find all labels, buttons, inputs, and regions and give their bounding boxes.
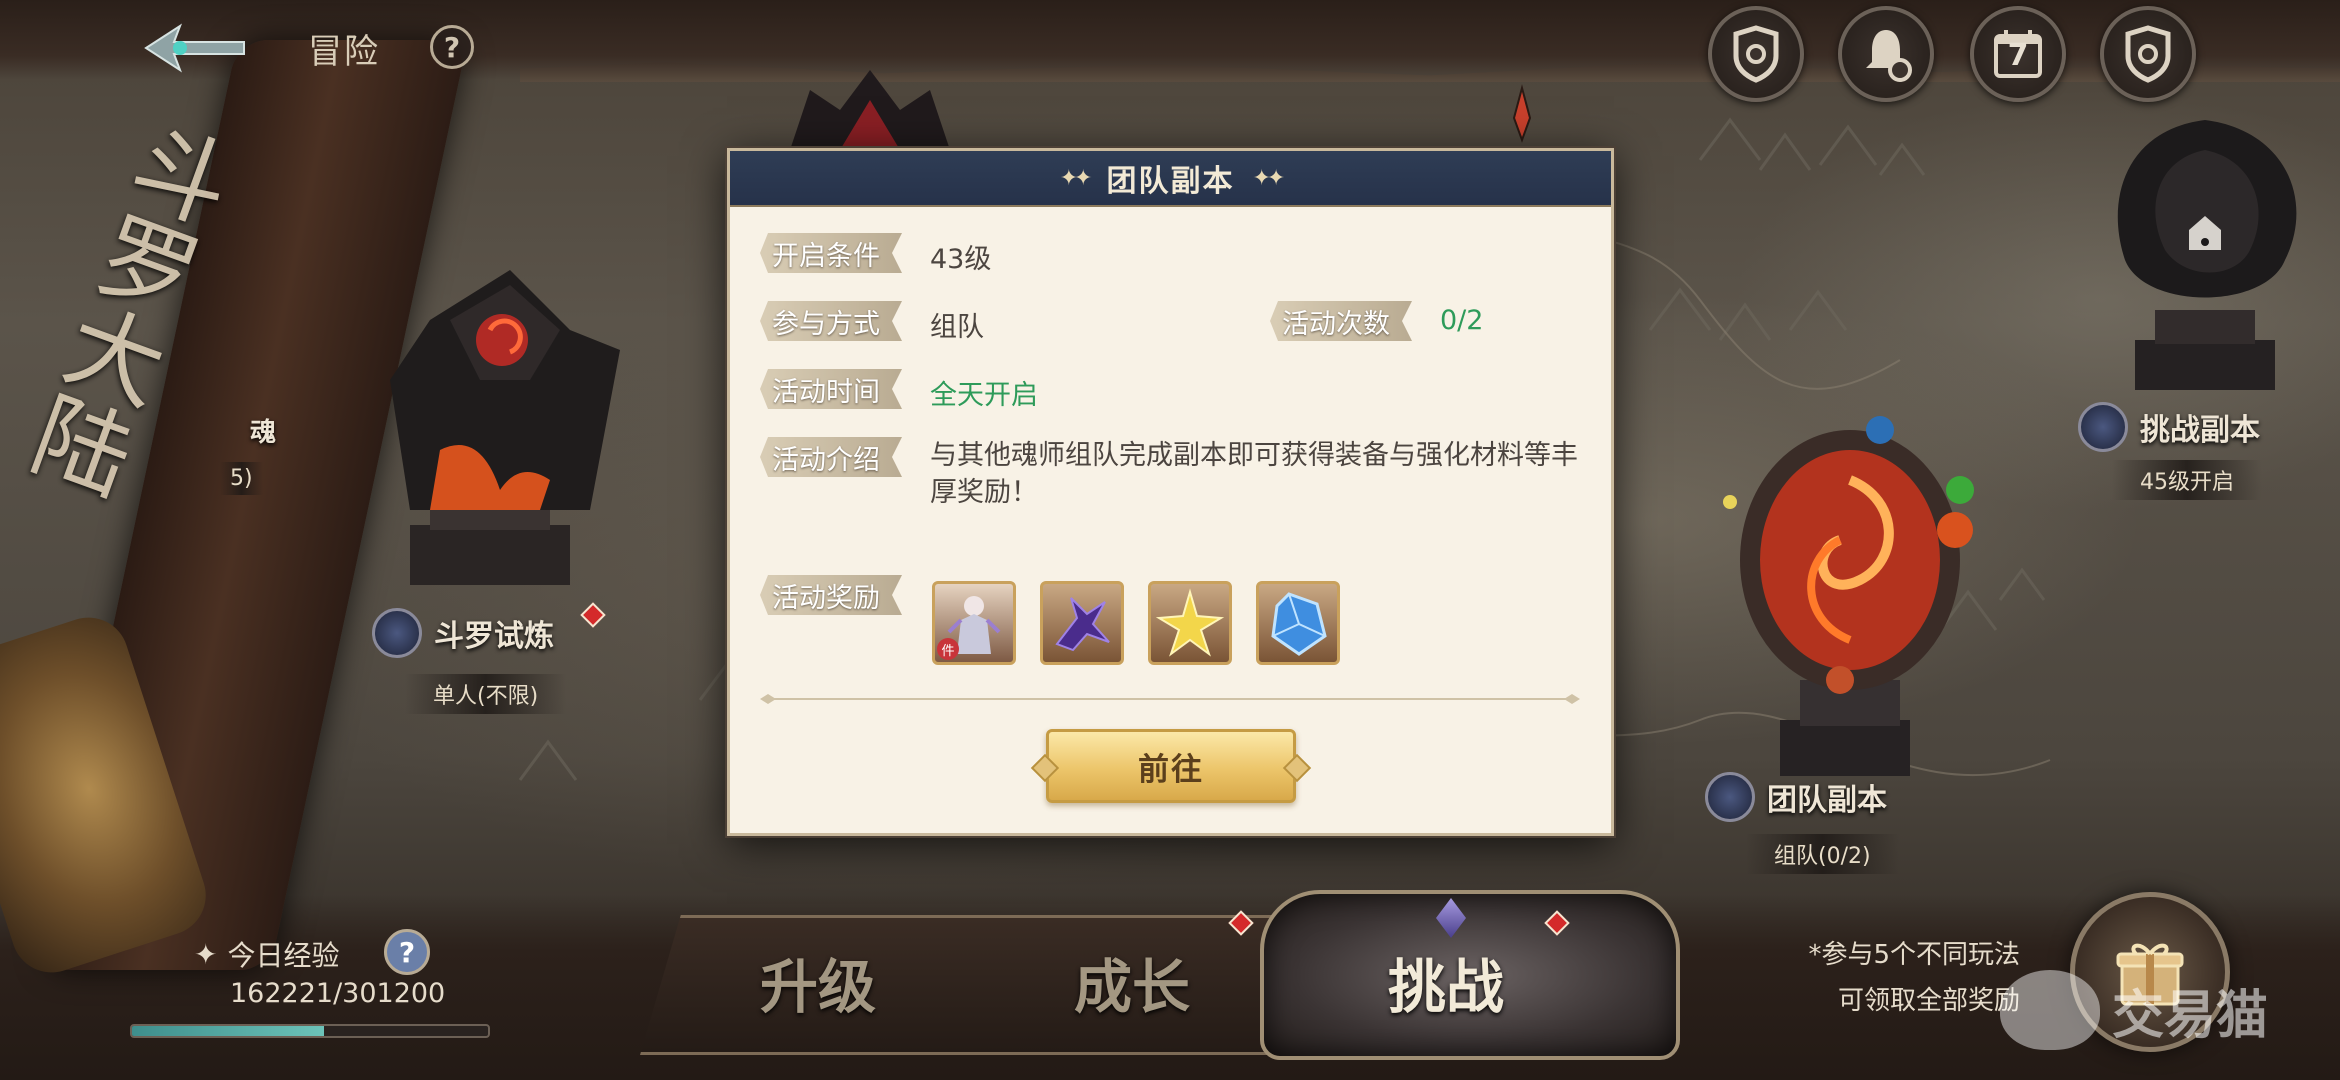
reward-hint: *参与5个不同玩法 可领取全部奖励 (1780, 932, 2020, 1024)
node-partial-text: 魂 (250, 418, 277, 448)
team-dungeon-statue[interactable] (1700, 410, 1990, 780)
calendar-day: 7 (2007, 38, 2029, 73)
guild-shield-button[interactable] (1708, 6, 1804, 102)
team-dungeon-sub: 组队(0/2) (1746, 834, 1899, 874)
daily-exp-text: 今日经验 (227, 939, 340, 972)
challenge-dungeon-sub: 45级开启 (2112, 460, 2262, 500)
condition-tag: 开启条件 (760, 233, 902, 273)
exp-help-button[interactable]: ? (384, 929, 430, 975)
dark-statue-top (790, 70, 950, 150)
node-team-dungeon[interactable]: 团队副本 (1705, 772, 1887, 822)
daily-exp-fill (132, 1026, 325, 1036)
tab-challenge[interactable]: 挑战 (1388, 940, 1504, 1024)
exp-arrow-icon: ✦ (194, 937, 218, 971)
reward-badge: 件 (937, 638, 959, 660)
time-tag: 活动时间 (760, 369, 902, 409)
dialog-header: ✦✦ 团队副本 ✦✦ (730, 151, 1611, 207)
douluo-trial-label: 斗罗试炼 (434, 619, 554, 654)
reward-item-2[interactable] (1040, 581, 1124, 665)
intro-tag: 活动介绍 (760, 437, 902, 477)
team-dungeon-label: 团队副本 (1767, 783, 1887, 818)
reward-list: 件 (932, 581, 1340, 665)
time-value: 全天开启 (930, 380, 1038, 411)
daily-exp-value: 162221/301200 (230, 978, 446, 1009)
dialog-divider (760, 694, 1580, 704)
tab-growth[interactable]: 成长 (1074, 940, 1190, 1024)
challenge-dungeon-statue[interactable] (2085, 110, 2325, 400)
gold-star-shard-icon (1155, 588, 1225, 657)
intro-value: 与其他魂师组队完成副本即可获得装备与强化材料等丰厚奖励！ (930, 440, 1578, 508)
douluo-trial-avatar-icon (372, 608, 422, 658)
condition-value: 43级 (930, 244, 992, 275)
page-title: 冒险 (308, 32, 380, 72)
reward-item-4[interactable] (1256, 581, 1340, 665)
sparkle-left-icon: ✦✦ (1059, 165, 1093, 191)
count-tag: 活动次数 (1270, 301, 1412, 341)
reward-item-3[interactable] (1148, 581, 1232, 665)
daily-exp-bar (130, 1024, 490, 1038)
watermark-cat-icon (2000, 970, 2100, 1050)
shield-icon (2125, 25, 2171, 83)
mode-tag: 参与方式 (760, 301, 902, 341)
blue-crystal-icon (1271, 592, 1327, 656)
team-dungeon-avatar-icon (1705, 772, 1755, 822)
hint-line-1: *参与5个不同玩法 (1808, 940, 2020, 970)
calendar-button[interactable]: 7 (1970, 6, 2066, 102)
reward-item-1[interactable]: 件 (932, 581, 1016, 665)
node-partial-sub: 5) (220, 462, 263, 495)
notification-bell-button[interactable] (1838, 6, 1934, 102)
node-douluo-trial[interactable]: 斗罗试炼 (372, 608, 554, 658)
count-value: 0/2 (1440, 305, 1484, 336)
bell-gear-icon (1866, 30, 1912, 82)
purple-claw-icon (1055, 597, 1110, 652)
shield-icon (1733, 25, 1779, 83)
node-partial-label: 魂 (250, 412, 276, 449)
back-button[interactable] (140, 18, 250, 78)
reward-tag: 活动奖励 (760, 575, 902, 615)
watermark-text: 交易猫 (2112, 985, 2269, 1046)
douluo-trial-statue[interactable] (370, 260, 640, 600)
hint-line-2: 可领取全部奖励 (1837, 986, 2020, 1016)
watermark: 交易猫 (2000, 970, 2268, 1050)
tab-upgrade[interactable]: 升级 (760, 940, 876, 1024)
dialog-title: 团队副本 (1106, 164, 1235, 199)
node-challenge-dungeon[interactable]: 挑战副本 (2078, 402, 2260, 452)
help-button[interactable]: ? (430, 25, 474, 69)
back-arrow-icon (144, 23, 245, 73)
sparkle-right-icon: ✦✦ (1252, 165, 1286, 191)
go-button[interactable]: 前往 (1046, 729, 1296, 803)
mode-value: 组队 (930, 312, 984, 343)
guild-shield-button-2[interactable] (2100, 6, 2196, 102)
daily-exp-label: ✦ 今日经验 (194, 934, 339, 974)
challenge-dungeon-avatar-icon (2078, 402, 2128, 452)
douluo-trial-sub: 单人(不限) (405, 674, 567, 714)
challenge-dungeon-label: 挑战副本 (2140, 413, 2260, 448)
team-dungeon-dialog: ✦✦ 团队副本 ✦✦ 开启条件 43级 参与方式 组队 活动次数 0/2 活动时… (727, 148, 1614, 836)
